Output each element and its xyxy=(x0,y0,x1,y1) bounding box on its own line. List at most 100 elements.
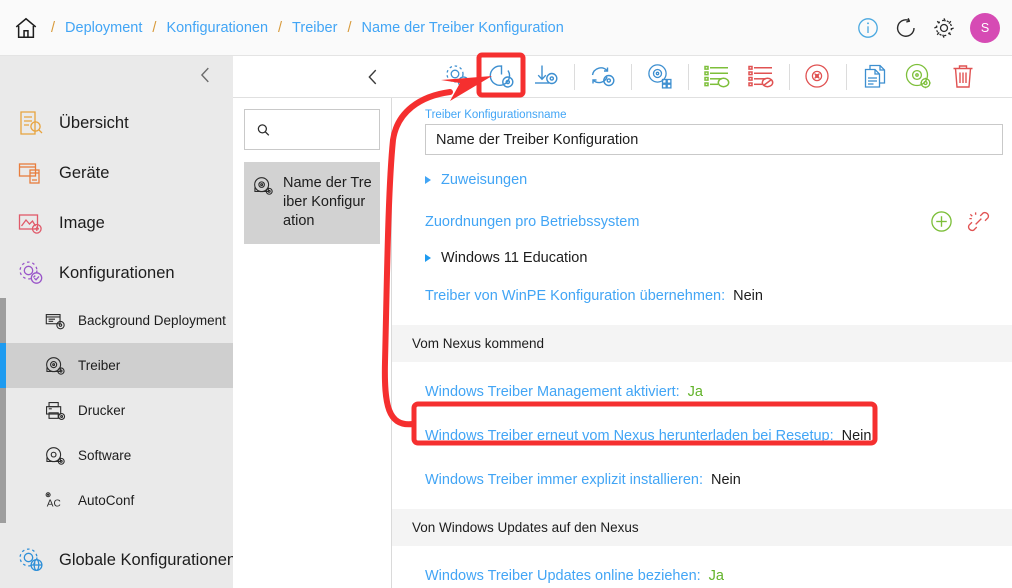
os-mappings-actions xyxy=(930,210,990,233)
assignments-expander[interactable]: Zuweisungen xyxy=(425,172,1012,188)
toolbar-driver-settings-button[interactable] xyxy=(436,56,480,98)
driver-icon xyxy=(46,356,65,375)
os-entry-expander[interactable]: Windows 11 Education xyxy=(425,250,1012,266)
driver-assign-icon xyxy=(648,63,672,89)
sidebar-subitem-label: Software xyxy=(78,448,132,463)
sidebar-item-treiber[interactable]: Treiber xyxy=(0,343,233,388)
chevron-right-icon xyxy=(425,176,431,184)
property-row-updates-online[interactable]: Windows Treiber Updates online beziehen:… xyxy=(392,565,1012,587)
name-field-label: Treiber Konfigurationsname xyxy=(425,109,567,121)
property-key: Treiber von WinPE Konfiguration übernehm… xyxy=(425,288,726,304)
breadcrumb-item-konfigurationen[interactable]: Konfigurationen xyxy=(164,20,270,36)
sidebar-subgroup: Background Deployment Treiber Drucker So… xyxy=(0,298,233,523)
os-mappings-label[interactable]: Zuordnungen pro Betriebssystem xyxy=(425,214,639,230)
list-reject-icon xyxy=(748,65,774,87)
sidebar-item-drucker[interactable]: Drucker xyxy=(0,388,233,433)
detail-form: Treiber Konfigurationsname Zuweisungen Z… xyxy=(392,98,1012,588)
property-value: Nein xyxy=(711,472,741,488)
avatar[interactable]: S xyxy=(970,13,1000,43)
list-panel: Name der Treiber Konfiguration xyxy=(233,98,392,588)
info-icon[interactable] xyxy=(856,16,880,40)
avatar-initial: S xyxy=(980,21,990,35)
sidebar-subitem-label: AutoConf xyxy=(78,493,135,508)
sidebar-subitem-label: Drucker xyxy=(78,403,126,418)
sidebar-item-label: Image xyxy=(59,213,105,232)
delete-trash-icon xyxy=(953,64,973,88)
breadcrumb-separator: / xyxy=(347,19,352,36)
add-circle-icon[interactable] xyxy=(930,210,953,233)
chevron-right-icon xyxy=(425,254,431,262)
driver-redownload-icon xyxy=(489,64,514,88)
sidebar-item-label: Globale Konfigurationen xyxy=(59,550,237,569)
sidebar: Übersicht Geräte Image Konfigurationen B… xyxy=(0,56,237,588)
svg-text:AC: AC xyxy=(47,498,61,509)
toolbar-driver-assign-button[interactable] xyxy=(638,56,682,98)
toolbar-driver-sync-button[interactable] xyxy=(581,56,625,98)
sidebar-subitem-label: Background Deployment xyxy=(78,313,226,328)
property-row-explizit-installieren[interactable]: Windows Treiber immer explizit installie… xyxy=(392,469,1012,491)
home-icon[interactable] xyxy=(13,15,39,41)
global-configurations-icon xyxy=(19,548,43,572)
property-key: Windows Treiber erneut vom Nexus herunte… xyxy=(425,428,834,444)
toolbar-buttons xyxy=(436,56,985,98)
autoconf-icon: AC xyxy=(45,491,61,509)
sidebar-item-software[interactable]: Software xyxy=(0,433,233,478)
disc-cancel-icon xyxy=(805,63,829,88)
breadcrumb-item-deployment[interactable]: Deployment xyxy=(63,20,144,36)
gear-icon[interactable] xyxy=(932,16,956,40)
toolbar-separator xyxy=(631,63,632,90)
sidebar-item-label: Konfigurationen xyxy=(59,263,175,282)
toolbar-list-reject-button[interactable] xyxy=(739,56,783,98)
background-deployment-icon xyxy=(45,313,65,329)
sidebar-item-image[interactable]: Image xyxy=(0,198,233,248)
sidebar-item-background-deployment[interactable]: Background Deployment xyxy=(0,298,233,343)
driver-config-icon xyxy=(254,177,273,195)
search-input[interactable] xyxy=(279,122,379,137)
sidebar-item-geraete[interactable]: Geräte xyxy=(0,148,233,198)
breadcrumb: / Deployment / Konfigurationen / Treiber… xyxy=(43,20,566,36)
toolbar-driver-import-button[interactable] xyxy=(524,56,568,98)
list-approve-icon xyxy=(704,65,730,87)
section-band-windows-updates: Von Windows Updates auf den Nexus xyxy=(392,509,1012,546)
configurations-icon xyxy=(19,261,43,284)
sidebar-collapse-row xyxy=(0,56,233,98)
breadcrumb-separator: / xyxy=(278,19,283,36)
sidebar-item-globale-konfigurationen[interactable]: Globale Konfigurationen xyxy=(0,535,237,585)
sidebar-item-autoconf[interactable]: AC AutoConf xyxy=(0,478,233,523)
software-icon xyxy=(46,446,65,465)
section-band-label: Vom Nexus kommend xyxy=(412,336,545,351)
property-row-redownload-resetup[interactable]: Windows Treiber erneut vom Nexus herunte… xyxy=(392,425,1012,447)
search-icon xyxy=(257,123,270,136)
property-key: Windows Treiber Management aktiviert: xyxy=(425,384,680,400)
os-entry-label: Windows 11 Education xyxy=(441,250,588,266)
chevron-left-icon[interactable] xyxy=(195,64,217,86)
property-row-management-aktiviert[interactable]: Windows Treiber Management aktiviert: Ja xyxy=(392,381,1012,403)
toolbar-separator xyxy=(688,63,689,90)
overview-icon xyxy=(20,111,43,135)
toolbar-separator xyxy=(574,63,575,90)
image-icon xyxy=(18,214,42,234)
search-box[interactable] xyxy=(244,109,380,150)
toolbar-list-approve-button[interactable] xyxy=(695,56,739,98)
top-bar: / Deployment / Konfigurationen / Treiber… xyxy=(0,0,1012,56)
sidebar-item-uebersicht[interactable]: Übersicht xyxy=(0,98,233,148)
toolbar-driver-redownload-button[interactable] xyxy=(480,56,524,98)
toolbar-copy-documents-button[interactable] xyxy=(853,56,897,98)
toolbar-driver-configure-button[interactable] xyxy=(897,56,941,98)
toolbar-disc-cancel-button[interactable] xyxy=(796,56,840,98)
breadcrumb-item-treiber[interactable]: Treiber xyxy=(290,20,339,36)
property-value: Nein xyxy=(841,428,872,444)
list-item[interactable]: Name der Treiber Konfiguration xyxy=(244,162,380,244)
printer-icon xyxy=(46,401,66,420)
sidebar-item-label: Übersicht xyxy=(59,113,129,132)
chevron-left-icon[interactable] xyxy=(362,66,384,88)
name-input[interactable] xyxy=(425,124,1003,155)
driver-configure-icon xyxy=(905,63,931,88)
property-value: Nein xyxy=(733,288,763,304)
property-row-winpe[interactable]: Treiber von WinPE Konfiguration übernehm… xyxy=(392,285,1012,307)
unlink-icon[interactable] xyxy=(967,210,990,233)
breadcrumb-item-current[interactable]: Name der Treiber Konfiguration xyxy=(359,20,565,36)
sidebar-item-konfigurationen[interactable]: Konfigurationen xyxy=(0,248,233,298)
toolbar-delete-button[interactable] xyxy=(941,56,985,98)
refresh-icon[interactable] xyxy=(894,16,918,40)
